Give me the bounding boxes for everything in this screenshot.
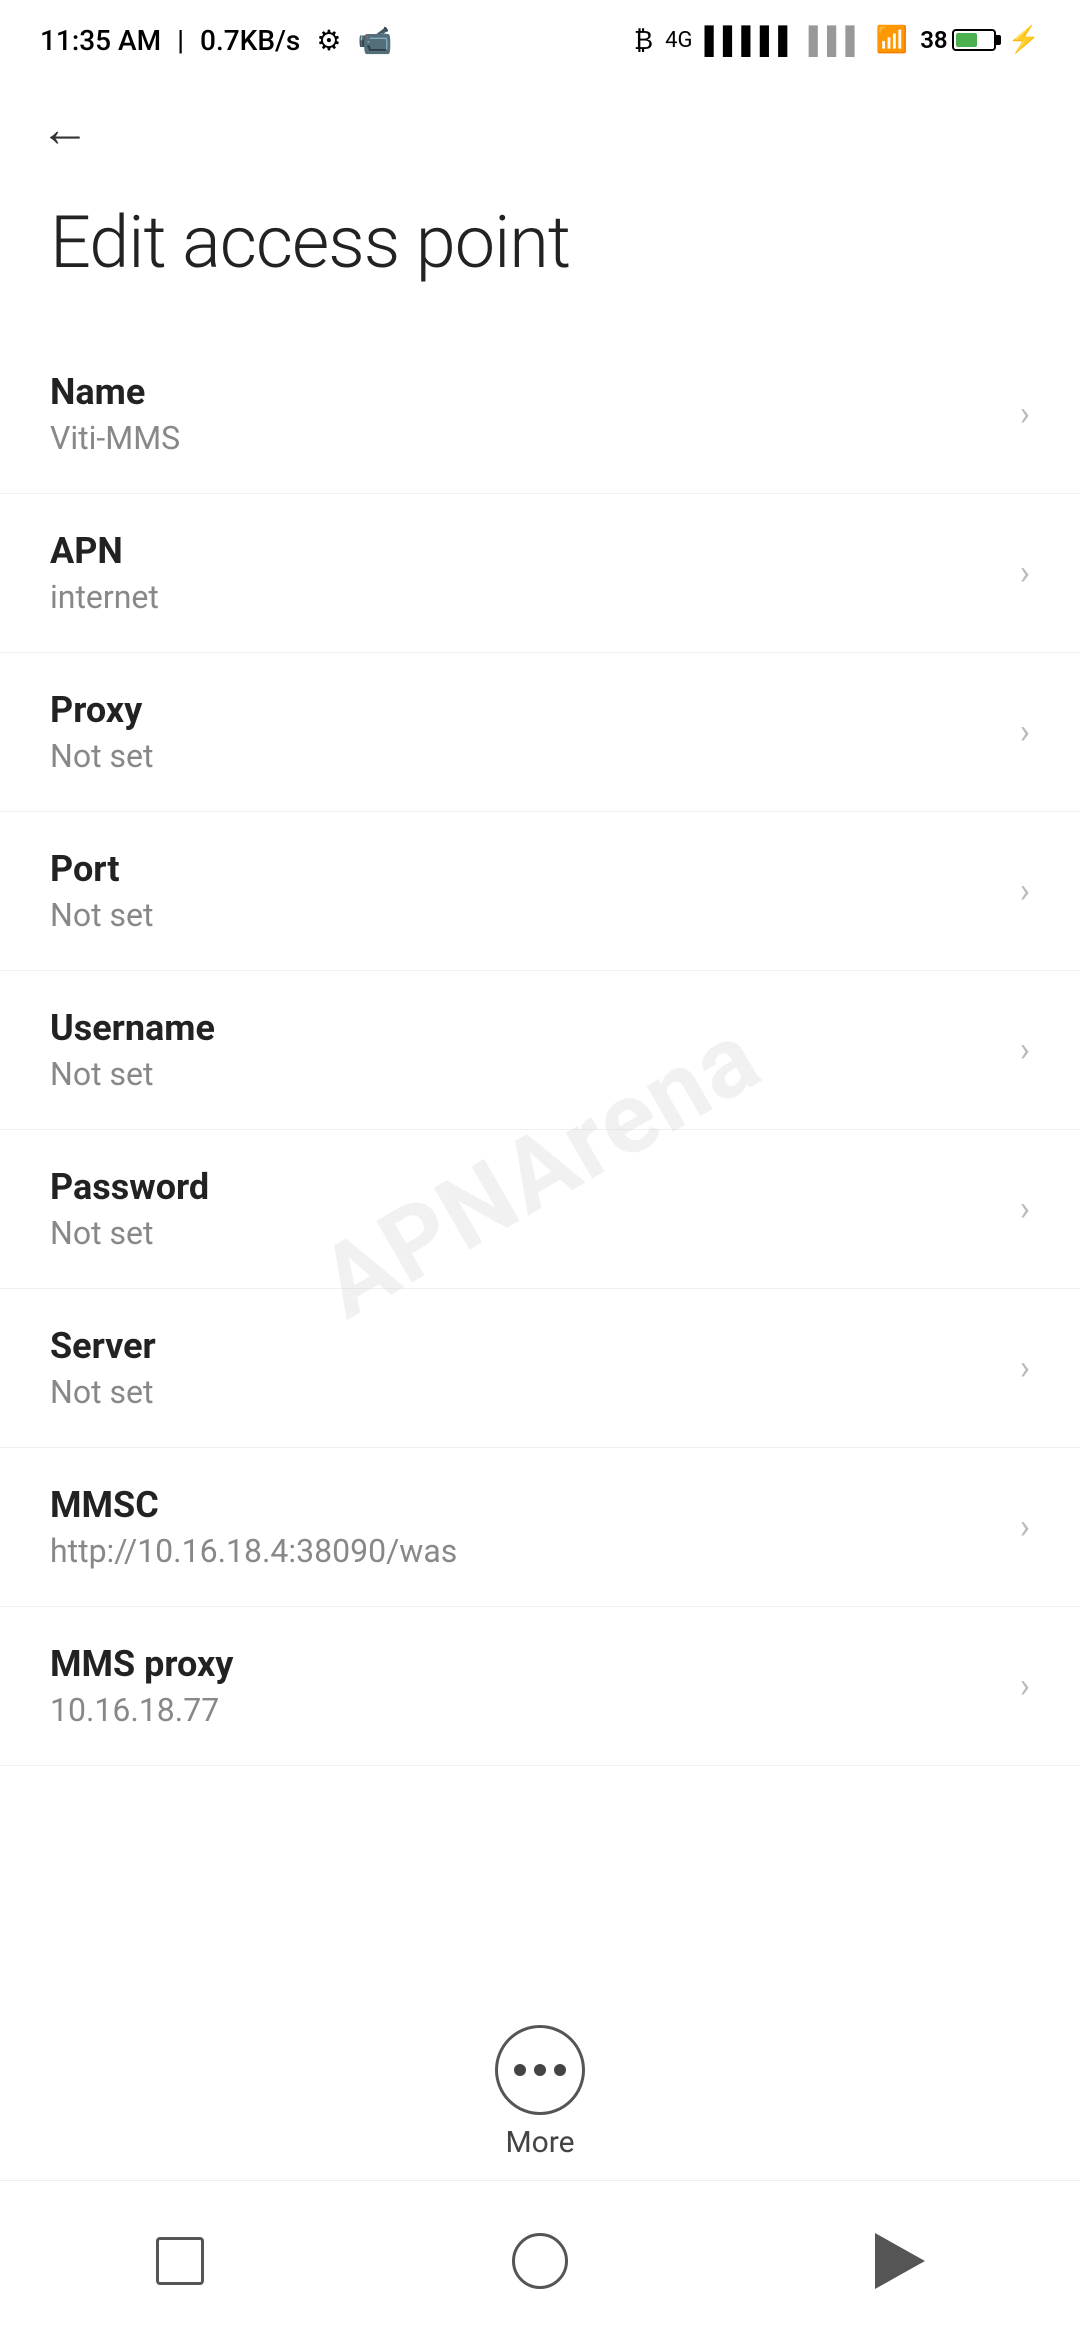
- settings-item[interactable]: Server Not set ›: [0, 1289, 1080, 1448]
- item-content: Password Not set: [50, 1166, 1000, 1252]
- more-button[interactable]: More: [495, 2025, 585, 2160]
- signal-bars-icon: ▌▌▌▌▌: [704, 25, 796, 56]
- settings-item[interactable]: MMSC http://10.16.18.4:38090/was ›: [0, 1448, 1080, 1607]
- back-button[interactable]: ←: [30, 95, 100, 165]
- settings-item[interactable]: Proxy Not set ›: [0, 653, 1080, 812]
- item-value: Not set: [50, 737, 1000, 775]
- item-content: Proxy Not set: [50, 689, 1000, 775]
- more-dots-icon: [514, 2064, 566, 2076]
- item-value: Not set: [50, 1373, 1000, 1411]
- toolbar: ←: [0, 80, 1080, 180]
- chevron-right-icon: ›: [1020, 1348, 1030, 1388]
- item-content: Server Not set: [50, 1325, 1000, 1411]
- item-label: Name: [50, 371, 1000, 413]
- back-icon: [875, 2233, 925, 2289]
- item-value: 10.16.18.77: [50, 1691, 1000, 1729]
- item-label: Server: [50, 1325, 1000, 1367]
- chevron-right-icon: ›: [1020, 1189, 1030, 1229]
- time-text: 11:35 AM: [40, 24, 161, 57]
- back-arrow-icon: ←: [40, 105, 90, 155]
- item-label: Proxy: [50, 689, 1000, 731]
- battery-fill: [956, 33, 978, 47]
- chevron-right-icon: ›: [1020, 553, 1030, 593]
- battery-shape: [952, 29, 996, 51]
- speed-text: 0.7KB/s: [200, 24, 300, 57]
- signal-4g-icon: 4G: [665, 28, 692, 53]
- settings-item[interactable]: Username Not set ›: [0, 971, 1080, 1130]
- item-content: MMS proxy 10.16.18.77: [50, 1643, 1000, 1729]
- item-label: Username: [50, 1007, 1000, 1049]
- item-content: MMSC http://10.16.18.4:38090/was: [50, 1484, 1000, 1570]
- more-label: More: [505, 2125, 574, 2160]
- item-label: MMSC: [50, 1484, 1000, 1526]
- signal-bars-2-icon: ▌▌▌: [809, 25, 864, 56]
- settings-item[interactable]: Password Not set ›: [0, 1130, 1080, 1289]
- chevron-right-icon: ›: [1020, 394, 1030, 434]
- settings-item[interactable]: APN internet ›: [0, 494, 1080, 653]
- status-bar: 11:35 AM | 0.7KB/s ⚙ 📹 ₿ 4G ▌▌▌▌▌ ▌▌▌ 📶 …: [0, 0, 1080, 80]
- settings-item[interactable]: Port Not set ›: [0, 812, 1080, 971]
- item-value: Not set: [50, 1214, 1000, 1252]
- status-left: 11:35 AM | 0.7KB/s ⚙ 📹: [40, 24, 392, 57]
- chevron-right-icon: ›: [1020, 871, 1030, 911]
- item-value: internet: [50, 578, 1000, 616]
- page-title: Edit access point: [0, 180, 1080, 335]
- battery-percent: 38: [920, 26, 947, 54]
- item-content: APN internet: [50, 530, 1000, 616]
- settings-item[interactable]: Name Viti-MMS ›: [0, 335, 1080, 494]
- home-icon: [512, 2233, 568, 2289]
- nav-bar: [0, 2180, 1080, 2340]
- camera-icon: 📹: [357, 24, 392, 57]
- nav-home-button[interactable]: [490, 2211, 590, 2311]
- chevron-right-icon: ›: [1020, 1507, 1030, 1547]
- item-content: Port Not set: [50, 848, 1000, 934]
- bluetooth-icon: ₿: [634, 25, 653, 56]
- recents-icon: [156, 2237, 204, 2285]
- item-content: Username Not set: [50, 1007, 1000, 1093]
- settings-icon: ⚙: [316, 24, 341, 57]
- chevron-right-icon: ›: [1020, 1666, 1030, 1706]
- battery-indicator: 38: [920, 26, 995, 54]
- separator: |: [177, 24, 184, 57]
- chevron-right-icon: ›: [1020, 712, 1030, 752]
- settings-list: Name Viti-MMS › APN internet › Proxy Not…: [0, 335, 1080, 1766]
- item-content: Name Viti-MMS: [50, 371, 1000, 457]
- item-value: Not set: [50, 1055, 1000, 1093]
- item-value: Not set: [50, 896, 1000, 934]
- item-label: Port: [50, 848, 1000, 890]
- item-label: MMS proxy: [50, 1643, 1000, 1685]
- more-circle-icon: [495, 2025, 585, 2115]
- nav-recents-button[interactable]: [130, 2211, 230, 2311]
- settings-item[interactable]: MMS proxy 10.16.18.77 ›: [0, 1607, 1080, 1766]
- wifi-icon: 📶: [876, 25, 908, 55]
- item-label: APN: [50, 530, 1000, 572]
- charge-icon: ⚡: [1008, 25, 1040, 55]
- item-value: http://10.16.18.4:38090/was: [50, 1532, 1000, 1570]
- item-value: Viti-MMS: [50, 419, 1000, 457]
- item-label: Password: [50, 1166, 1000, 1208]
- chevron-right-icon: ›: [1020, 1030, 1030, 1070]
- nav-back-button[interactable]: [850, 2211, 950, 2311]
- status-right: ₿ 4G ▌▌▌▌▌ ▌▌▌ 📶 38 ⚡: [634, 25, 1040, 56]
